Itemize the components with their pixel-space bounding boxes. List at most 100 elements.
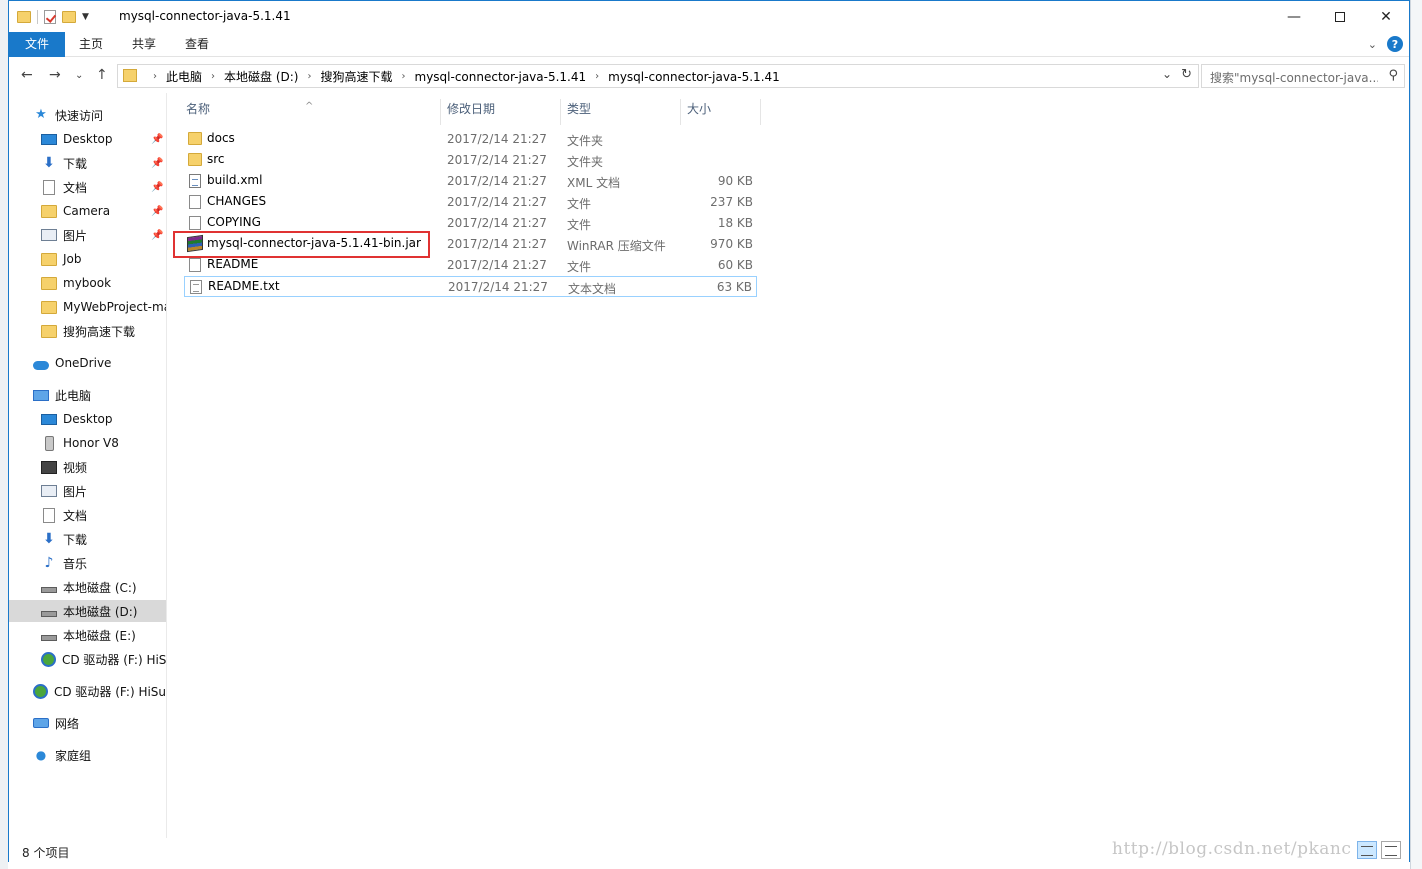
nav-pc-music[interactable]: ♪ 音乐 <box>9 552 166 574</box>
breadcrumb-separator-icon[interactable]: › <box>211 71 215 82</box>
pin-icon[interactable]: 📌 <box>151 230 163 241</box>
nav-quick-camera[interactable]: Camera 📌 <box>9 200 166 222</box>
nav-pc-downloads[interactable]: ⬇ 下载 <box>9 528 166 550</box>
nav-pc-pictures[interactable]: 图片 <box>9 480 166 502</box>
file-type: 文件夹 <box>567 155 604 169</box>
file-date: 2017/2/14 21:27 <box>447 195 547 209</box>
pin-icon[interactable]: 📌 <box>151 134 163 145</box>
nav-quick-access[interactable]: ★ 快速访问 <box>9 104 166 126</box>
nav-pc-cd-drive[interactable]: CD 驱动器 (F:) HiSui <box>9 648 166 670</box>
search-icon[interactable]: ⚲ <box>1388 68 1398 83</box>
drive-icon <box>41 635 57 641</box>
nav-pc-documents[interactable]: 文档 <box>9 504 166 526</box>
help-icon[interactable]: ? <box>1387 36 1403 52</box>
tab-view[interactable]: 查看 <box>177 32 217 57</box>
column-header-size[interactable]: 大小 <box>669 93 749 125</box>
nav-quick-mybook[interactable]: mybook <box>9 272 166 294</box>
breadcrumb-separator-icon[interactable]: › <box>595 71 599 82</box>
nav-pc-drive-c[interactable]: 本地磁盘 (C:) <box>9 576 166 598</box>
tab-home[interactable]: 主页 <box>71 32 111 57</box>
breadcrumb-separator-icon[interactable]: › <box>153 71 157 82</box>
column-header-name[interactable]: 名称 ^ <box>168 93 440 125</box>
file-type: 文件 <box>567 218 592 232</box>
nav-label: MyWebProject-ma <box>63 300 167 314</box>
breadcrumb-separator-icon[interactable]: › <box>402 71 406 82</box>
tab-file[interactable]: 文件 <box>9 32 65 57</box>
nav-pc-videos[interactable]: 视频 <box>9 456 166 478</box>
large-icons-view-button[interactable] <box>1381 841 1401 859</box>
breadcrumb-mysql-connector-current[interactable]: mysql-connector-java-5.1.41 <box>608 70 780 84</box>
nav-quick-desktop[interactable]: Desktop 📌 <box>9 128 166 150</box>
quick-access-toolbar: ▼ <box>17 7 89 27</box>
file-name: README.txt <box>208 279 280 293</box>
breadcrumb-sogou-downloads[interactable]: 搜狗高速下载 <box>320 68 392 85</box>
pin-icon[interactable]: 📌 <box>151 158 163 169</box>
breadcrumb-drive-d[interactable]: 本地磁盘 (D:) <box>224 68 298 85</box>
navigation-bar: ← → ⌄ ↑ › 此电脑 › 本地磁盘 (D:) › 搜狗高速下载 › mys… <box>9 58 1409 93</box>
nav-quick-job[interactable]: Job <box>9 248 166 270</box>
file-row-readme-txt[interactable]: README.txt 2017/2/14 21:27 文本文档 63 KB <box>184 276 757 297</box>
file-size: 90 KB <box>717 174 753 188</box>
recent-locations-chevron-icon[interactable]: ⌄ <box>75 70 83 81</box>
nav-quick-downloads[interactable]: ⬇ 下载 📌 <box>9 152 166 174</box>
back-arrow-icon[interactable]: ← <box>21 67 33 83</box>
refresh-icon[interactable]: ↻ <box>1181 67 1192 82</box>
breadcrumb-mysql-connector-parent[interactable]: mysql-connector-java-5.1.41 <box>415 70 587 84</box>
nav-quick-pictures[interactable]: 图片 📌 <box>9 224 166 246</box>
folder-icon <box>41 252 57 266</box>
pin-icon[interactable]: 📌 <box>151 182 163 193</box>
nav-pc-drive-e[interactable]: 本地磁盘 (E:) <box>9 624 166 646</box>
file-size: 18 KB <box>717 216 753 230</box>
nav-this-pc[interactable]: 此电脑 <box>9 384 166 406</box>
nav-pc-drive-d[interactable]: 本地磁盘 (D:) <box>9 600 166 622</box>
up-arrow-icon[interactable]: ↑ <box>96 67 108 83</box>
details-view-button[interactable] <box>1357 841 1377 859</box>
file-type: 文本文档 <box>568 282 617 296</box>
customize-toolbar-chevron-icon[interactable]: ▼ <box>82 12 89 22</box>
column-header-label: 名称 <box>186 102 211 116</box>
minimize-button[interactable]: — <box>1271 1 1317 32</box>
nav-quick-documents[interactable]: 文档 📌 <box>9 176 166 198</box>
navigation-pane: ★ 快速访问 Desktop 📌 ⬇ 下载 📌 文档 📌 Camera 📌 图片… <box>9 93 167 838</box>
file-row-changes[interactable]: CHANGES 2017/2/14 21:27 文件 237 KB <box>184 192 757 213</box>
nav-quick-sogou-downloads[interactable]: 搜狗高速下载 <box>9 320 166 342</box>
search-input[interactable]: 搜索"mysql-connector-java... ⚲ <box>1201 64 1405 88</box>
file-date: 2017/2/14 21:27 <box>447 132 547 146</box>
nav-homegroup[interactable]: ● 家庭组 <box>9 744 166 766</box>
column-divider[interactable] <box>760 99 761 125</box>
column-header-date[interactable]: 修改日期 <box>429 93 549 125</box>
folder-icon <box>188 132 202 145</box>
address-history-chevron-icon[interactable]: ⌄ <box>1162 67 1172 81</box>
breadcrumb-separator-icon[interactable]: › <box>307 71 311 82</box>
properties-icon[interactable] <box>44 10 56 24</box>
nav-network[interactable]: 网络 <box>9 712 166 734</box>
folder-icon <box>41 276 57 290</box>
document-icon <box>43 507 55 523</box>
nav-label: 音乐 <box>63 556 88 571</box>
tab-share[interactable]: 共享 <box>124 32 164 57</box>
forward-arrow-icon[interactable]: → <box>49 67 61 83</box>
nav-cd-drive[interactable]: CD 驱动器 (F:) HiSui <box>9 680 166 702</box>
file-name: build.xml <box>207 173 263 187</box>
new-folder-icon[interactable] <box>62 11 76 23</box>
file-date: 2017/2/14 21:27 <box>447 174 547 188</box>
close-button[interactable]: ✕ <box>1363 1 1409 32</box>
file-row-src[interactable]: src 2017/2/14 21:27 文件夹 <box>184 150 757 171</box>
file-row-docs[interactable]: docs 2017/2/14 21:27 文件夹 <box>184 129 757 150</box>
nav-onedrive[interactable]: OneDrive <box>9 352 166 374</box>
folder-icon[interactable] <box>17 11 31 23</box>
file-row-build-xml[interactable]: build.xml 2017/2/14 21:27 XML 文档 90 KB <box>184 171 757 192</box>
expand-ribbon-chevron-icon[interactable]: ⌄ <box>1368 38 1377 51</box>
file-row-readme[interactable]: README 2017/2/14 21:27 文件 60 KB <box>184 255 757 276</box>
pin-icon[interactable]: 📌 <box>151 206 163 217</box>
search-placeholder: 搜索"mysql-connector-java... <box>1210 71 1378 85</box>
address-bar[interactable]: › 此电脑 › 本地磁盘 (D:) › 搜狗高速下载 › mysql-conne… <box>117 64 1199 88</box>
nav-label: 文档 <box>63 508 88 523</box>
nav-quick-mywebproject[interactable]: MyWebProject-ma <box>9 296 167 318</box>
column-header-type[interactable]: 类型 <box>549 93 669 125</box>
nav-pc-honor-v8[interactable]: Honor V8 <box>9 432 166 454</box>
maximize-button[interactable] <box>1317 1 1363 32</box>
nav-pc-desktop[interactable]: Desktop <box>9 408 166 430</box>
breadcrumb-this-pc[interactable]: 此电脑 <box>166 68 202 85</box>
video-icon <box>41 460 57 474</box>
